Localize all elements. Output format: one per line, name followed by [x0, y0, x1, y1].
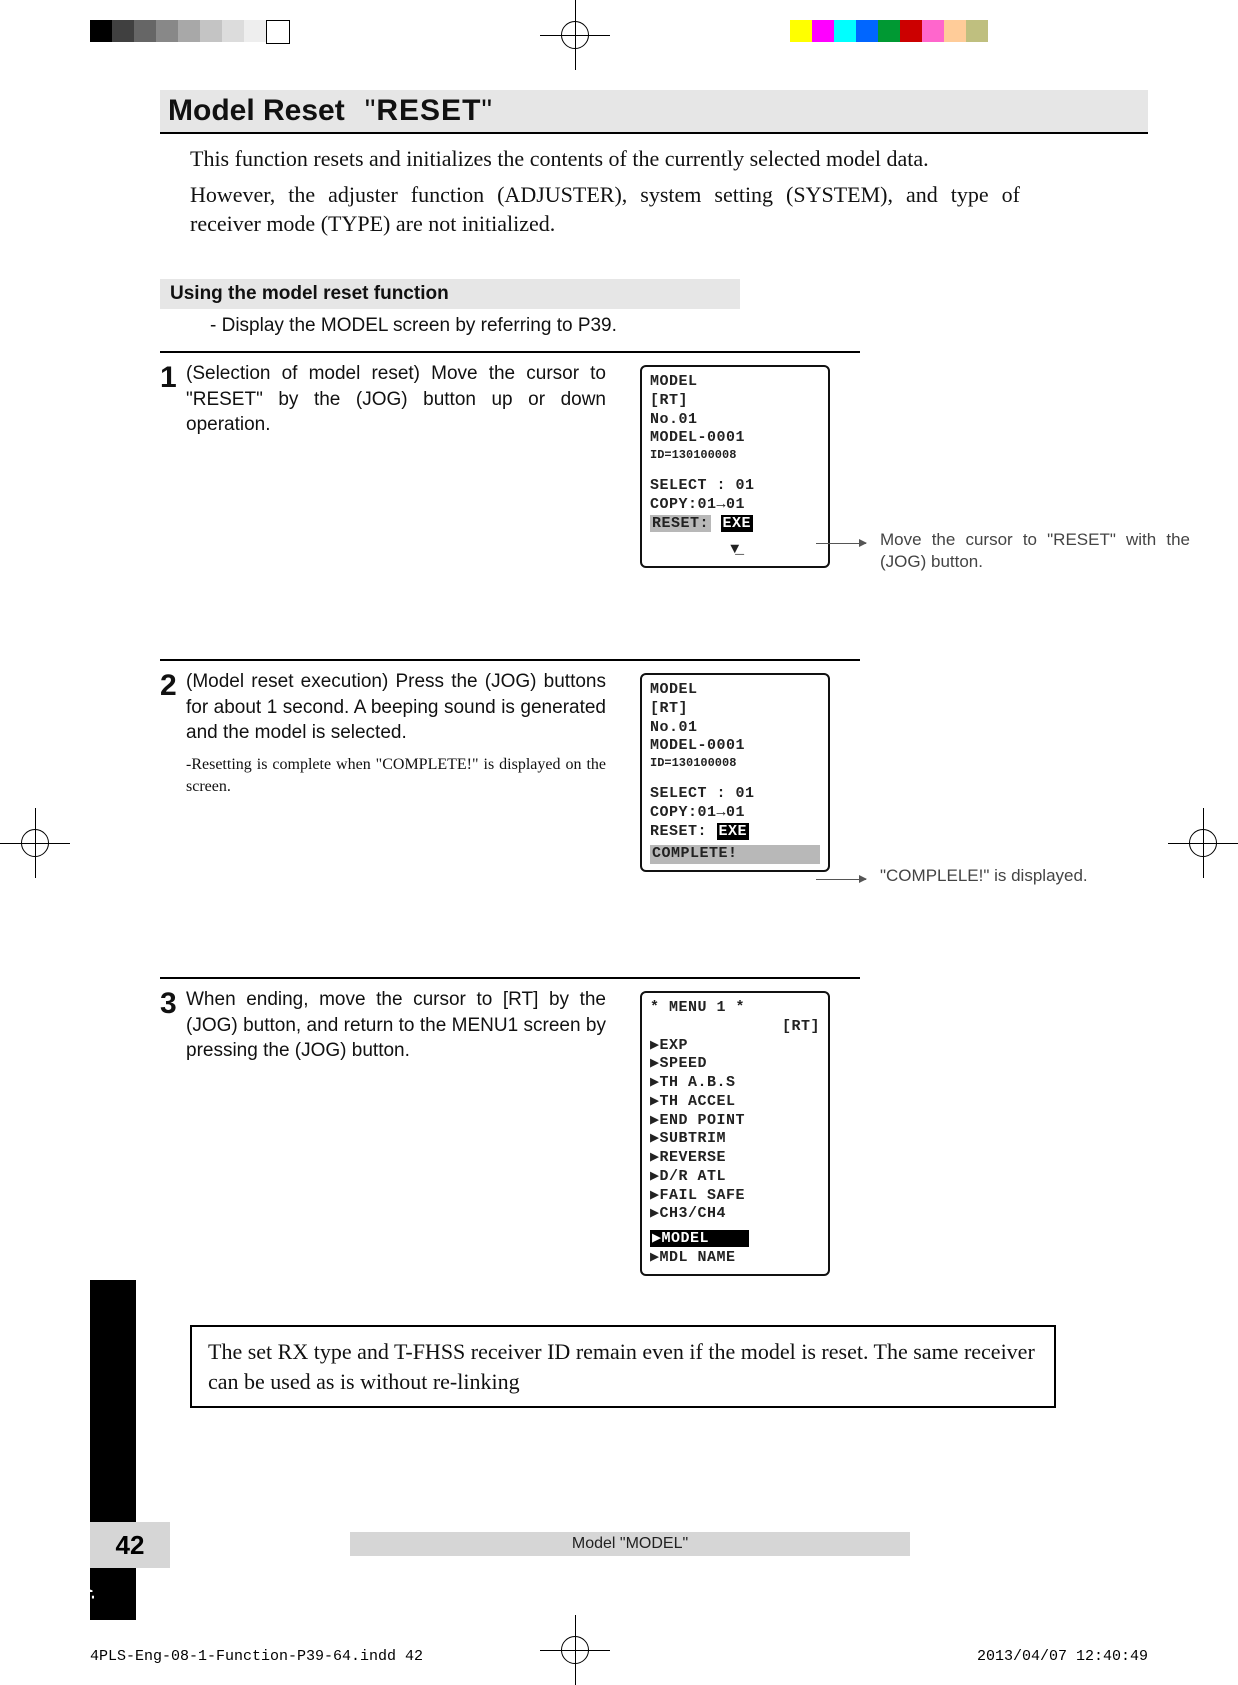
swatch — [812, 20, 834, 42]
lcd-menu-item: ▶REVERSE — [650, 1149, 820, 1168]
lcd-complete: COMPLETE! — [650, 845, 820, 864]
page-number: 42 — [90, 1522, 170, 1568]
lcd-id: ID=130100008 — [650, 756, 820, 771]
step-body: (Selection of model reset) Move the curs… — [186, 361, 606, 438]
swatch — [90, 20, 112, 42]
swatch — [790, 20, 812, 42]
lcd-line: SELECT : 01 — [650, 785, 820, 804]
swatch — [944, 20, 966, 42]
lcd-menu-item: ▶MDL NAME — [650, 1249, 820, 1268]
lcd-menu-item: ▶TH A.B.S — [650, 1074, 820, 1093]
swatch — [966, 20, 988, 42]
lcd-line: No.01 — [650, 719, 820, 738]
crop-mark-bottom-icon — [540, 1615, 610, 1685]
lcd-line: No.01 — [650, 411, 820, 430]
lcd-scroll-icon: ▼̲ — [650, 541, 820, 560]
lcd-screen: MODEL [RT]No.01MODEL-0001 ID=130100008 SE… — [640, 365, 830, 568]
swatch — [244, 20, 266, 42]
lcd-menu-item: ▶SPEED — [650, 1055, 820, 1074]
swatch — [112, 20, 134, 42]
lcd-line: MODEL-0001 — [650, 737, 820, 756]
sub-heading: Using the model reset function — [160, 279, 740, 309]
lcd-menu-item-selected: ▶MODEL — [650, 1230, 820, 1249]
callout-arrow-icon — [816, 879, 866, 880]
step-body: When ending, move the cursor to [RT] by … — [186, 987, 606, 1064]
swatch — [178, 20, 200, 42]
registration-colors — [790, 20, 988, 42]
lcd-id: ID=130100008 — [650, 448, 820, 463]
swatch — [834, 20, 856, 42]
swatch — [222, 20, 244, 42]
note-box: The set RX type and T-FHSS receiver ID r… — [190, 1325, 1056, 1408]
step-note: -Resetting is complete when "COMPLETE!" … — [186, 754, 606, 797]
lcd-line: MODEL — [650, 681, 820, 700]
intro-paragraph-2: However, the adjuster function (ADJUSTER… — [190, 180, 1020, 239]
step-number: 2 — [160, 669, 186, 703]
swatch — [266, 20, 290, 44]
page-title-bar: Model Reset "RESET" — [160, 90, 1148, 134]
swatch — [900, 20, 922, 42]
lcd-rt: [RT] — [650, 1018, 820, 1037]
slug-right: 2013/04/07 12:40:49 — [977, 1648, 1148, 1665]
lcd-screen: MODEL [RT]No.01MODEL-0001 ID=130100008 SE… — [640, 673, 830, 872]
lcd-menu-item: ▶CH3/CH4 — [650, 1205, 820, 1224]
lcd-menu-item: ▶TH ACCEL — [650, 1093, 820, 1112]
section-tab: Function — [90, 1280, 136, 1620]
slug-left: 4PLS-Eng-08-1-Function-P39-64.indd 42 — [90, 1648, 423, 1665]
lcd-line: [RT] — [650, 392, 820, 411]
callout-arrow-icon — [816, 543, 866, 544]
lcd-line: [RT] — [650, 700, 820, 719]
lcd-menu-item: ▶SUBTRIM — [650, 1130, 820, 1149]
swatch — [922, 20, 944, 42]
swatch — [200, 20, 222, 42]
step-1: 1(Selection of model reset) Move the cur… — [160, 351, 860, 659]
lcd-menu-item: ▶END POINT — [650, 1112, 820, 1131]
crop-mark-left-icon — [0, 808, 70, 878]
lcd-menu-item: ▶FAIL SAFE — [650, 1187, 820, 1206]
lcd-menu-screen: * MENU 1 *[RT]▶EXP▶SPEED▶TH A.B.S▶TH ACC… — [640, 991, 830, 1276]
step-number: 3 — [160, 987, 186, 1021]
lcd-reset-row: RESET: EXE — [650, 823, 820, 842]
lcd-line: COPY:01→01 — [650, 804, 820, 823]
swatch — [878, 20, 900, 42]
step-number: 1 — [160, 361, 186, 395]
lcd-line: COPY:01→01 — [650, 496, 820, 515]
page-title-main: Model Reset — [168, 94, 345, 127]
footer-center: Model "MODEL" — [350, 1532, 910, 1556]
crop-mark-top-icon — [540, 0, 610, 70]
callout-text: "COMPLELE!" is displayed. — [880, 865, 1190, 887]
lcd-line: SELECT : 01 — [650, 477, 820, 496]
lcd-menu-item: ▶EXP — [650, 1037, 820, 1056]
lcd-line: MODEL-0001 — [650, 429, 820, 448]
swatch — [856, 20, 878, 42]
registration-grayscale — [90, 20, 290, 42]
page-title-quoted: "RESET" — [365, 94, 493, 127]
swatch — [156, 20, 178, 42]
step-2: 2(Model reset execution) Press the (JOG)… — [160, 659, 860, 977]
intro-paragraph-1: This function resets and initializes the… — [190, 144, 1020, 174]
pre-note: - Display the MODEL screen by referring … — [210, 315, 1148, 337]
lcd-line: MODEL — [650, 373, 820, 392]
lcd-reset-row: RESET: EXE — [650, 515, 820, 534]
swatch — [134, 20, 156, 42]
step-3: 3When ending, move the cursor to [RT] by… — [160, 977, 860, 1265]
callout-text: Move the cursor to "RESET" with the (JOG… — [880, 529, 1190, 573]
lcd-menu-title: * MENU 1 * — [650, 999, 820, 1018]
lcd-menu-item: ▶D/R ATL — [650, 1168, 820, 1187]
step-body: (Model reset execution) Press the (JOG) … — [186, 669, 606, 797]
